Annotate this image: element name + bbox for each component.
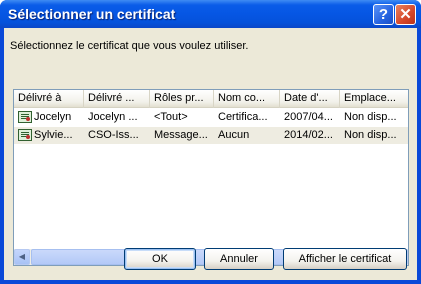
column-location[interactable]: Emplace... xyxy=(340,90,408,108)
ok-button[interactable]: OK xyxy=(124,248,196,270)
scroll-left-icon[interactable]: ◀ xyxy=(14,249,30,265)
dialog-body: Sélectionnez le certificat que vous voul… xyxy=(4,28,417,280)
table-row[interactable]: Jocelyn Jocelyn ... <Tout> Certifica... … xyxy=(14,109,408,126)
cell-issued-by: CSO-Iss... xyxy=(88,129,139,141)
cell-issued-to: Jocelyn xyxy=(34,111,72,123)
window-title: Sélectionner un certificat xyxy=(8,6,176,22)
cell-friendly-name: Aucun xyxy=(218,129,250,141)
cell-issued-to: Sylvie... xyxy=(34,129,73,141)
view-certificate-button[interactable]: Afficher le certificat xyxy=(283,248,407,270)
certificate-icon xyxy=(18,129,32,141)
column-header: Délivré à Délivré ... Rôles pr... Nom co… xyxy=(14,90,408,108)
cell-expiry-date: 2014/02... xyxy=(284,129,333,141)
certificate-icon xyxy=(18,111,32,123)
help-button[interactable]: ? xyxy=(373,4,394,25)
column-roles[interactable]: Rôles pr... xyxy=(150,90,214,108)
cell-issued-by: Jocelyn ... xyxy=(88,111,138,123)
cell-roles: Message... xyxy=(154,129,208,141)
cell-expiry-date: 2007/04... xyxy=(284,111,333,123)
table-row[interactable]: Sylvie... CSO-Iss... Message... Aucun 20… xyxy=(14,127,408,144)
column-issued-by[interactable]: Délivré ... xyxy=(84,90,150,108)
close-button[interactable]: ✕ xyxy=(395,4,416,25)
certificate-list[interactable]: Délivré à Délivré ... Rôles pr... Nom co… xyxy=(13,89,409,266)
title-bar[interactable]: Sélectionner un certificat ? ✕ xyxy=(0,0,421,28)
cell-friendly-name: Certifica... xyxy=(218,111,268,123)
column-expiry-date[interactable]: Date d'... xyxy=(280,90,340,108)
cell-roles: <Tout> xyxy=(154,111,188,123)
dialog-window: Sélectionner un certificat ? ✕ Sélection… xyxy=(0,0,421,284)
cell-location: Non disp... xyxy=(344,129,397,141)
instruction-text: Sélectionnez le certificat que vous voul… xyxy=(10,40,249,52)
column-issued-to[interactable]: Délivré à xyxy=(14,90,84,108)
cell-location: Non disp... xyxy=(344,111,397,123)
column-friendly-name[interactable]: Nom co... xyxy=(214,90,280,108)
cancel-button[interactable]: Annuler xyxy=(204,248,274,270)
